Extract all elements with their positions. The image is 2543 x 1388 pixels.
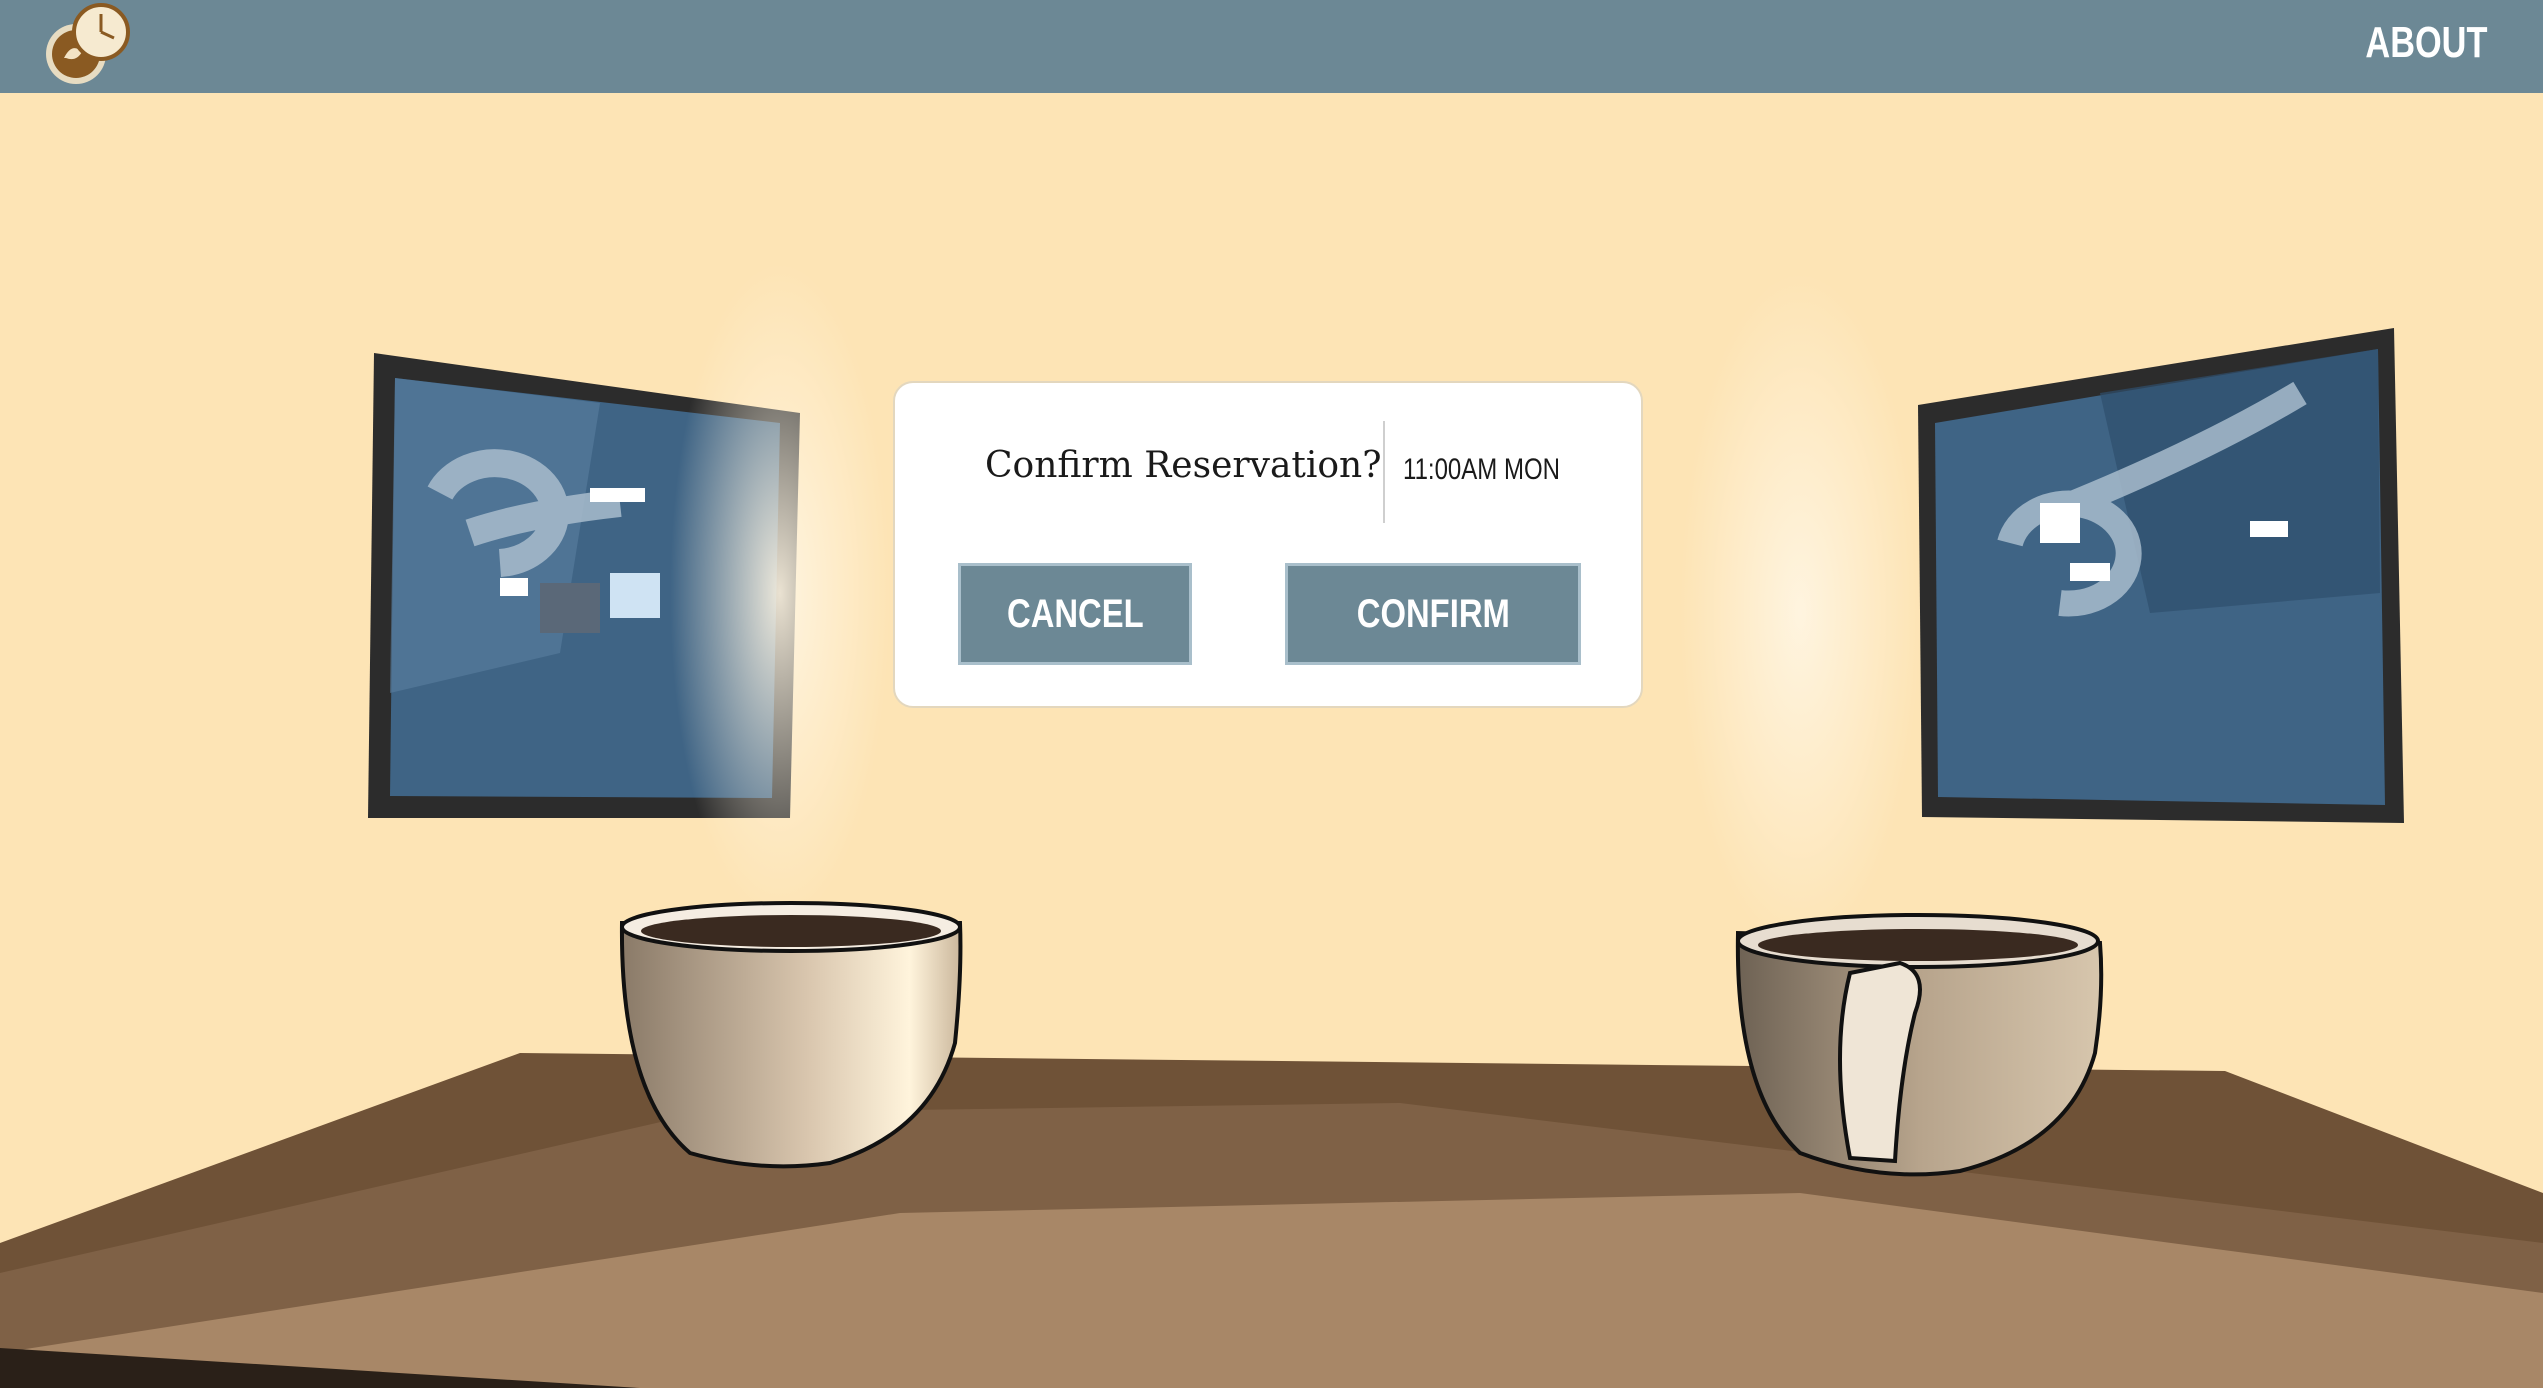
confirm-button[interactable]: CONFIRM bbox=[1285, 563, 1581, 665]
cafe-scene bbox=[0, 263, 2543, 1388]
table bbox=[0, 1053, 2543, 1388]
reservation-time: 11:00AM MON bbox=[1403, 453, 1560, 486]
top-bar: ABOUT bbox=[0, 0, 2543, 93]
cancel-button[interactable]: CANCEL bbox=[958, 563, 1192, 665]
coffee-clock-icon[interactable] bbox=[46, 2, 132, 88]
cancel-button-label: CANCEL bbox=[1006, 591, 1144, 636]
confirm-button-label: CONFIRM bbox=[1356, 591, 1510, 636]
dialog-divider bbox=[1383, 421, 1385, 523]
right-picture-frame bbox=[1918, 328, 2404, 823]
about-link[interactable]: ABOUT bbox=[2365, 18, 2487, 68]
confirm-reservation-dialog: Confirm Reservation? 11:00AM MON CANCEL … bbox=[893, 381, 1643, 708]
dialog-title: Confirm Reservation? bbox=[985, 445, 1382, 486]
